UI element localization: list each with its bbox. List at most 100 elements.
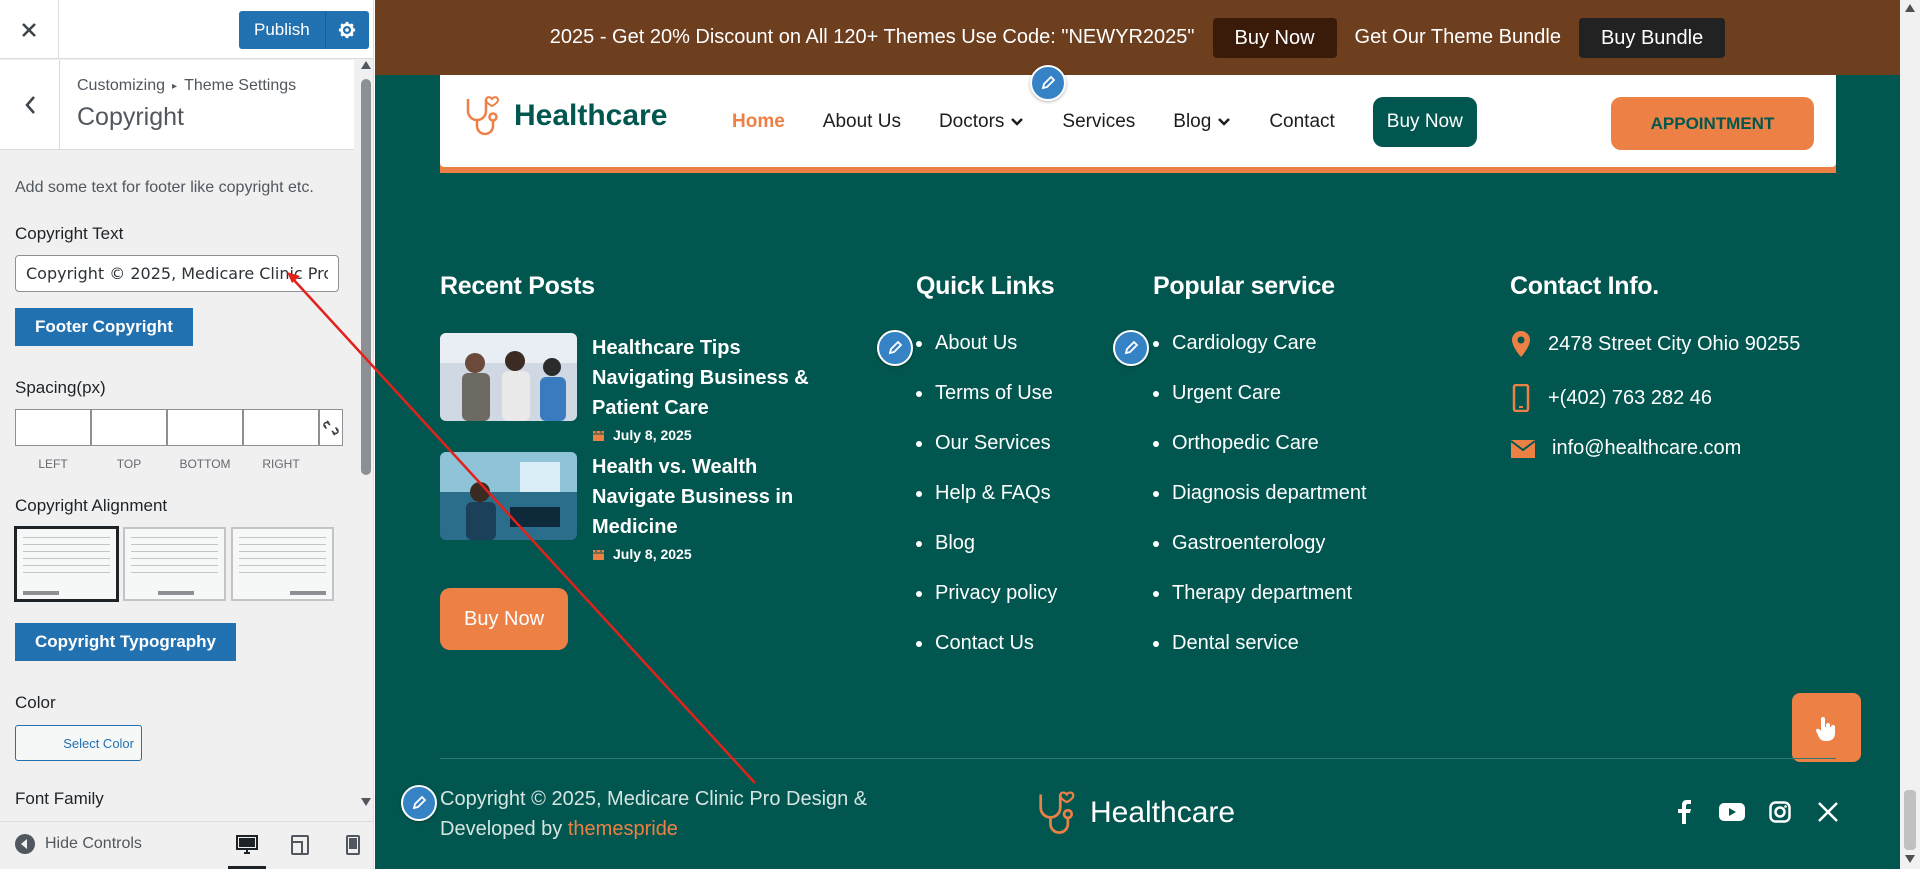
x-link[interactable]	[1815, 799, 1841, 825]
mobile-preview-button[interactable]	[334, 828, 372, 862]
publish-button[interactable]: Publish	[239, 11, 325, 49]
promo-buy-now-button[interactable]: Buy Now	[1212, 17, 1337, 58]
contact-address-text: 2478 Street City Ohio 90255	[1548, 332, 1801, 355]
tablet-preview-button[interactable]	[281, 828, 319, 862]
spacing-left-input[interactable]	[15, 409, 91, 446]
nav-contact[interactable]: Contact	[1269, 111, 1334, 133]
post-date-text: July 8, 2025	[613, 546, 692, 562]
edit-popular-service-button[interactable]	[1113, 330, 1149, 366]
site-logo[interactable]: Healthcare	[460, 93, 667, 139]
customizer-sidebar: Publish Customizing ▸ Theme Settings Cop…	[0, 0, 374, 869]
select-color-button[interactable]: Select Color	[15, 725, 142, 761]
appointment-button[interactable]: APPOINTMENT	[1611, 97, 1814, 150]
recent-post-item[interactable]: Healthcare Tips Navigating Business & Pa…	[440, 333, 842, 443]
customizer-footer: Hide Controls	[0, 821, 373, 869]
nav-home[interactable]: Home	[732, 111, 785, 133]
instagram-link[interactable]	[1767, 799, 1793, 825]
nav-about-us[interactable]: About Us	[823, 111, 901, 133]
envelope-icon	[1510, 439, 1536, 458]
post-thumbnail[interactable]	[440, 452, 577, 540]
color-label: Color	[15, 693, 56, 712]
post-date-text: July 8, 2025	[613, 427, 692, 443]
contact-info-heading: Contact Info.	[1510, 272, 1659, 300]
quick-link-privacy[interactable]: Privacy policy	[916, 583, 1057, 633]
youtube-link[interactable]	[1719, 799, 1745, 825]
align-left-option[interactable]	[15, 527, 118, 601]
nav-blog[interactable]: Blog	[1173, 111, 1231, 133]
align-right-option[interactable]	[231, 527, 334, 601]
accessibility-button[interactable]	[1792, 693, 1861, 762]
contact-phone-text: +(402) 763 282 46	[1548, 386, 1713, 409]
sidebar-scrollbar[interactable]	[358, 59, 373, 821]
footer-logo[interactable]: Healthcare	[1032, 788, 1235, 838]
spacing-link-button[interactable]	[319, 409, 343, 446]
footer-buy-now-button[interactable]: Buy Now	[440, 588, 568, 650]
post-image-lab	[440, 452, 577, 540]
post-title[interactable]: Health vs. Wealth Navigate Business in M…	[592, 452, 842, 542]
quick-link-services[interactable]: Our Services	[916, 433, 1057, 483]
recent-post-item[interactable]: Health vs. Wealth Navigate Business in M…	[440, 452, 842, 562]
copyright-author-link[interactable]: themespride	[568, 818, 678, 840]
align-center-option[interactable]	[123, 527, 226, 601]
post-content: Healthcare Tips Navigating Business & Pa…	[592, 333, 842, 443]
service-therapy[interactable]: Therapy department	[1153, 583, 1367, 633]
spacing-top-input[interactable]	[91, 409, 167, 446]
quick-link-contact[interactable]: Contact Us	[916, 633, 1057, 683]
facebook-link[interactable]	[1671, 799, 1697, 825]
quick-link-help[interactable]: Help & FAQs	[916, 483, 1057, 533]
spacing-bottom-input[interactable]	[167, 409, 243, 446]
pencil-icon	[888, 340, 903, 355]
spacing-bottom-label: BOTTOM	[179, 457, 231, 471]
edit-quick-links-button[interactable]	[877, 330, 913, 366]
service-gastro[interactable]: Gastroenterology	[1153, 533, 1367, 583]
back-button[interactable]	[0, 60, 60, 150]
footer-copyright-button[interactable]: Footer Copyright	[15, 308, 193, 346]
edit-logo-button[interactable]	[1030, 65, 1066, 101]
post-thumbnail[interactable]	[440, 333, 577, 421]
social-links	[1671, 799, 1841, 825]
breadcrumb: Customizing ▸ Theme Settings	[77, 77, 296, 95]
quick-link-about-us[interactable]: About Us	[916, 333, 1057, 383]
service-dental[interactable]: Dental service	[1153, 633, 1367, 683]
preview-scrollbar[interactable]	[1900, 0, 1920, 869]
breadcrumb-customizing: Customizing	[77, 77, 166, 94]
nav-services[interactable]: Services	[1062, 111, 1135, 133]
close-customizer-button[interactable]	[0, 0, 59, 59]
recent-posts-heading: Recent Posts	[440, 272, 595, 300]
promo-buy-bundle-button[interactable]: Buy Bundle	[1578, 17, 1726, 58]
youtube-icon	[1719, 803, 1745, 821]
copyright-alignment-label: Copyright Alignment	[15, 496, 168, 515]
nav-doctors[interactable]: Doctors	[939, 111, 1024, 133]
copyright-typography-button[interactable]: Copyright Typography	[15, 623, 237, 661]
desktop-preview-button[interactable]	[228, 828, 266, 869]
spacing-right-label: RIGHT	[262, 457, 300, 471]
spacing-left-label: LEFT	[38, 457, 68, 471]
service-cardiology[interactable]: Cardiology Care	[1153, 333, 1367, 383]
pencil-icon	[1041, 75, 1056, 90]
edit-copyright-button[interactable]	[401, 785, 437, 821]
service-diagnosis[interactable]: Diagnosis department	[1153, 483, 1367, 533]
hide-controls-button[interactable]: Hide Controls	[15, 834, 142, 854]
nav-buy-now-button[interactable]: Buy Now	[1372, 97, 1477, 147]
calendar-icon	[593, 548, 604, 560]
alignment-options	[15, 527, 334, 601]
publish-settings-button[interactable]	[324, 11, 369, 49]
pencil-icon	[412, 795, 427, 810]
nav-doctors-label: Doctors	[938, 111, 1005, 132]
chevron-left-icon	[24, 96, 35, 114]
spacing-right-input[interactable]	[243, 409, 319, 446]
post-content: Health vs. Wealth Navigate Business in M…	[592, 452, 842, 562]
post-title[interactable]: Healthcare Tips Navigating Business & Pa…	[592, 333, 842, 423]
quick-link-terms[interactable]: Terms of Use	[916, 383, 1057, 433]
promo-bundle-text: Get Our Theme Bundle	[1354, 26, 1561, 48]
service-urgent[interactable]: Urgent Care	[1153, 383, 1367, 433]
spacing-label: Spacing(px)	[15, 378, 106, 397]
quick-link-blog[interactable]: Blog	[916, 533, 1057, 583]
preview-scroll-thumb[interactable]	[1904, 790, 1916, 850]
copyright-text-input[interactable]	[15, 255, 339, 292]
service-orthopedic[interactable]: Orthopedic Care	[1153, 433, 1367, 483]
map-pin-icon	[1512, 331, 1530, 357]
sidebar-scroll-thumb[interactable]	[361, 79, 371, 475]
contact-email-text[interactable]: info@healthcare.com	[1552, 437, 1741, 460]
quick-links-heading: Quick Links	[916, 272, 1055, 300]
